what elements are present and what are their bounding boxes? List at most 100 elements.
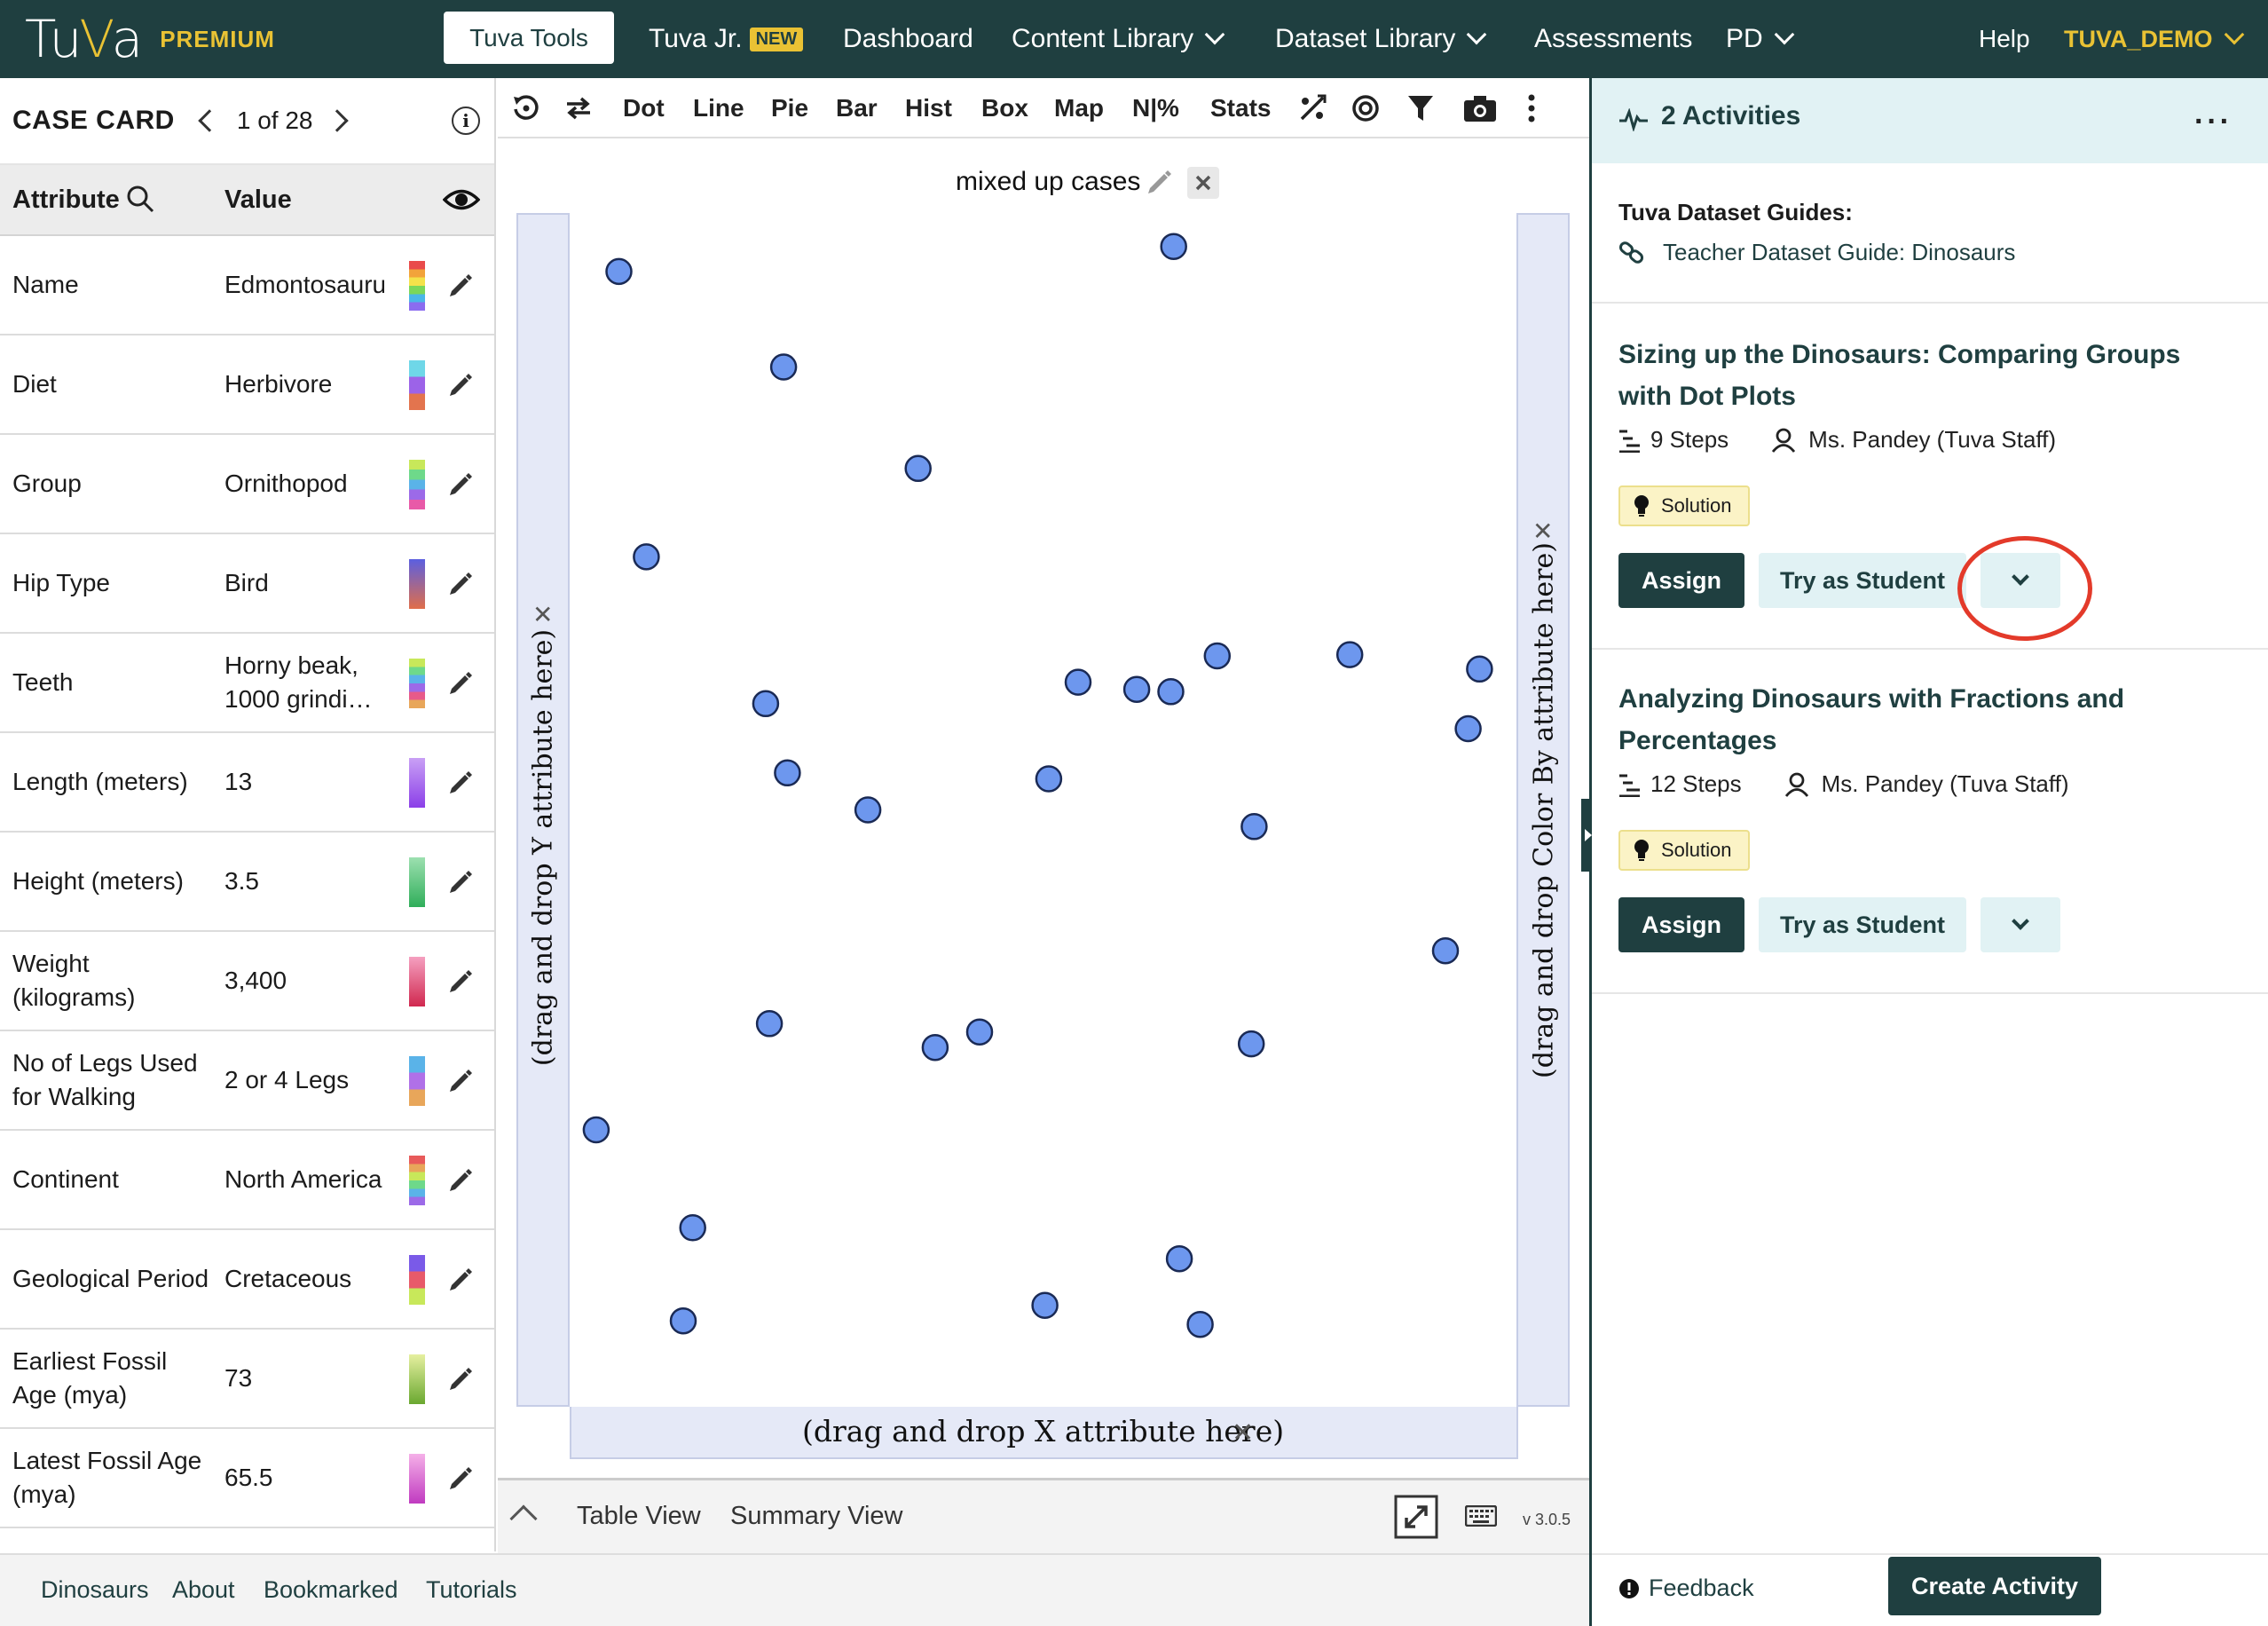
clear-y-axis-icon[interactable]: ✕ xyxy=(532,600,553,629)
data-point[interactable] xyxy=(854,796,882,824)
data-point[interactable] xyxy=(1237,1030,1265,1058)
attribute-value[interactable]: 13 xyxy=(224,765,384,799)
tuva-logo[interactable]: TuVa PREMIUM xyxy=(25,9,275,69)
pie-chart-tool[interactable]: Pie xyxy=(771,78,808,138)
data-point[interactable] xyxy=(1165,1244,1193,1273)
tuva-tools-button[interactable]: Tuva Tools xyxy=(444,12,614,64)
data-point[interactable] xyxy=(669,1306,697,1335)
reset-icon[interactable] xyxy=(511,78,541,138)
data-point[interactable] xyxy=(605,257,633,286)
data-point[interactable] xyxy=(1064,668,1092,696)
edit-pencil-icon[interactable] xyxy=(446,967,475,996)
edit-pencil-icon[interactable] xyxy=(446,669,475,698)
nav-dataset-library[interactable]: Dataset Library xyxy=(1275,0,1487,78)
assign-button[interactable]: Assign xyxy=(1618,553,1744,608)
box-plot-tool[interactable]: Box xyxy=(981,78,1028,138)
attribute-value[interactable]: Horny beak, 1000 grindi… xyxy=(224,649,384,716)
color-swatch[interactable] xyxy=(409,1156,425,1205)
edit-pencil-icon[interactable] xyxy=(446,272,475,300)
attribute-value[interactable]: 3.5 xyxy=(224,864,384,898)
clear-title-icon[interactable] xyxy=(1187,167,1219,199)
more-options-icon[interactable] xyxy=(1527,78,1536,138)
data-point[interactable] xyxy=(1203,642,1232,670)
edit-pencil-icon[interactable] xyxy=(446,570,475,598)
nav-dashboard[interactable]: Dashboard xyxy=(843,0,973,78)
dinosaurs-link[interactable]: Dinosaurs xyxy=(41,1576,149,1604)
teacher-guide-link[interactable]: Teacher Dataset Guide: Dinosaurs xyxy=(1618,239,2015,266)
edit-pencil-icon[interactable] xyxy=(446,1464,475,1493)
dot-plot-tool[interactable]: Dot xyxy=(623,78,665,138)
filter-icon[interactable] xyxy=(1407,78,1434,138)
data-point[interactable] xyxy=(965,1018,994,1046)
solution-badge[interactable]: Solution xyxy=(1618,830,1750,871)
color-swatch[interactable] xyxy=(409,559,425,609)
map-tool[interactable]: Map xyxy=(1054,78,1104,138)
stats-tool[interactable]: Stats xyxy=(1210,78,1271,138)
color-swatch[interactable] xyxy=(409,659,425,708)
edit-title-icon[interactable] xyxy=(1145,169,1173,201)
tutorials-link[interactable]: Tutorials xyxy=(426,1576,517,1604)
target-icon[interactable] xyxy=(1351,78,1380,138)
shuffle-icon[interactable] xyxy=(563,78,594,138)
data-point[interactable] xyxy=(769,353,798,381)
attribute-value[interactable]: Ornithopod xyxy=(224,467,384,501)
keyboard-icon[interactable] xyxy=(1464,1504,1498,1531)
data-point[interactable] xyxy=(1454,714,1482,743)
edit-pencil-icon[interactable] xyxy=(446,470,475,499)
clear-x-axis-icon[interactable]: ✕ xyxy=(1232,1417,1254,1448)
bookmarked-link[interactable]: Bookmarked xyxy=(264,1576,398,1604)
previous-case-icon[interactable] xyxy=(198,109,221,132)
nav-user-menu[interactable]: TUVA_DEMO xyxy=(2064,0,2244,78)
data-point[interactable] xyxy=(1186,1310,1214,1338)
edit-pencil-icon[interactable] xyxy=(446,1365,475,1393)
color-swatch[interactable] xyxy=(409,1354,425,1404)
color-swatch[interactable] xyxy=(409,758,425,808)
data-point[interactable] xyxy=(1240,813,1268,841)
clear-color-by-icon[interactable]: ✕ xyxy=(1532,517,1553,546)
attribute-value[interactable]: 3,400 xyxy=(224,964,384,998)
nav-assessments[interactable]: Assessments xyxy=(1534,0,1692,78)
camera-icon[interactable] xyxy=(1463,78,1497,138)
data-point[interactable] xyxy=(679,1214,706,1242)
color-swatch[interactable] xyxy=(409,1056,425,1106)
data-point[interactable] xyxy=(752,690,780,718)
solution-badge[interactable]: Solution xyxy=(1618,485,1750,526)
activity-options-dropdown[interactable] xyxy=(1981,897,2060,952)
data-point[interactable] xyxy=(1035,765,1063,793)
color-swatch[interactable] xyxy=(409,1454,425,1504)
edit-pencil-icon[interactable] xyxy=(446,1266,475,1294)
attribute-value[interactable]: 2 or 4 Legs xyxy=(224,1063,384,1097)
data-point[interactable] xyxy=(582,1116,610,1144)
data-point[interactable] xyxy=(774,759,801,787)
search-icon[interactable] xyxy=(126,185,154,217)
table-view-tab[interactable]: Table View xyxy=(577,1502,701,1531)
percent-icon[interactable] xyxy=(1298,78,1327,138)
data-point[interactable] xyxy=(1466,655,1493,683)
attribute-value[interactable]: Cretaceous xyxy=(224,1262,384,1296)
nav-pd[interactable]: PD xyxy=(1726,0,1795,78)
info-icon[interactable]: i xyxy=(452,107,480,135)
activity-title[interactable]: Sizing up the Dinosaurs: Comparing Group… xyxy=(1618,334,2240,417)
attribute-value[interactable]: Edmontosauru xyxy=(224,268,384,302)
try-as-student-button[interactable]: Try as Student xyxy=(1759,897,1966,952)
color-swatch[interactable] xyxy=(409,957,425,1006)
attribute-value[interactable]: Herbivore xyxy=(224,367,384,401)
color-swatch[interactable] xyxy=(409,261,425,311)
attribute-value[interactable]: 65.5 xyxy=(224,1461,384,1495)
color-swatch[interactable] xyxy=(409,1255,425,1305)
graph-title[interactable]: mixed up cases xyxy=(956,167,1140,197)
attribute-value[interactable]: Bird xyxy=(224,566,384,600)
color-swatch[interactable] xyxy=(409,360,425,410)
next-case-icon[interactable] xyxy=(325,109,349,132)
eye-icon[interactable] xyxy=(442,186,481,217)
nav-content-library[interactable]: Content Library xyxy=(1012,0,1225,78)
histogram-tool[interactable]: Hist xyxy=(905,78,952,138)
try-as-student-button[interactable]: Try as Student xyxy=(1759,553,1966,608)
nav-help[interactable]: Help xyxy=(1979,0,2030,78)
data-point[interactable] xyxy=(904,454,932,483)
nav-tuva-jr[interactable]: Tuva Jr. NEW xyxy=(649,0,804,78)
bar-chart-tool[interactable]: Bar xyxy=(836,78,878,138)
data-point[interactable] xyxy=(755,1010,784,1038)
data-point[interactable] xyxy=(633,543,660,571)
edit-pencil-icon[interactable] xyxy=(446,371,475,399)
